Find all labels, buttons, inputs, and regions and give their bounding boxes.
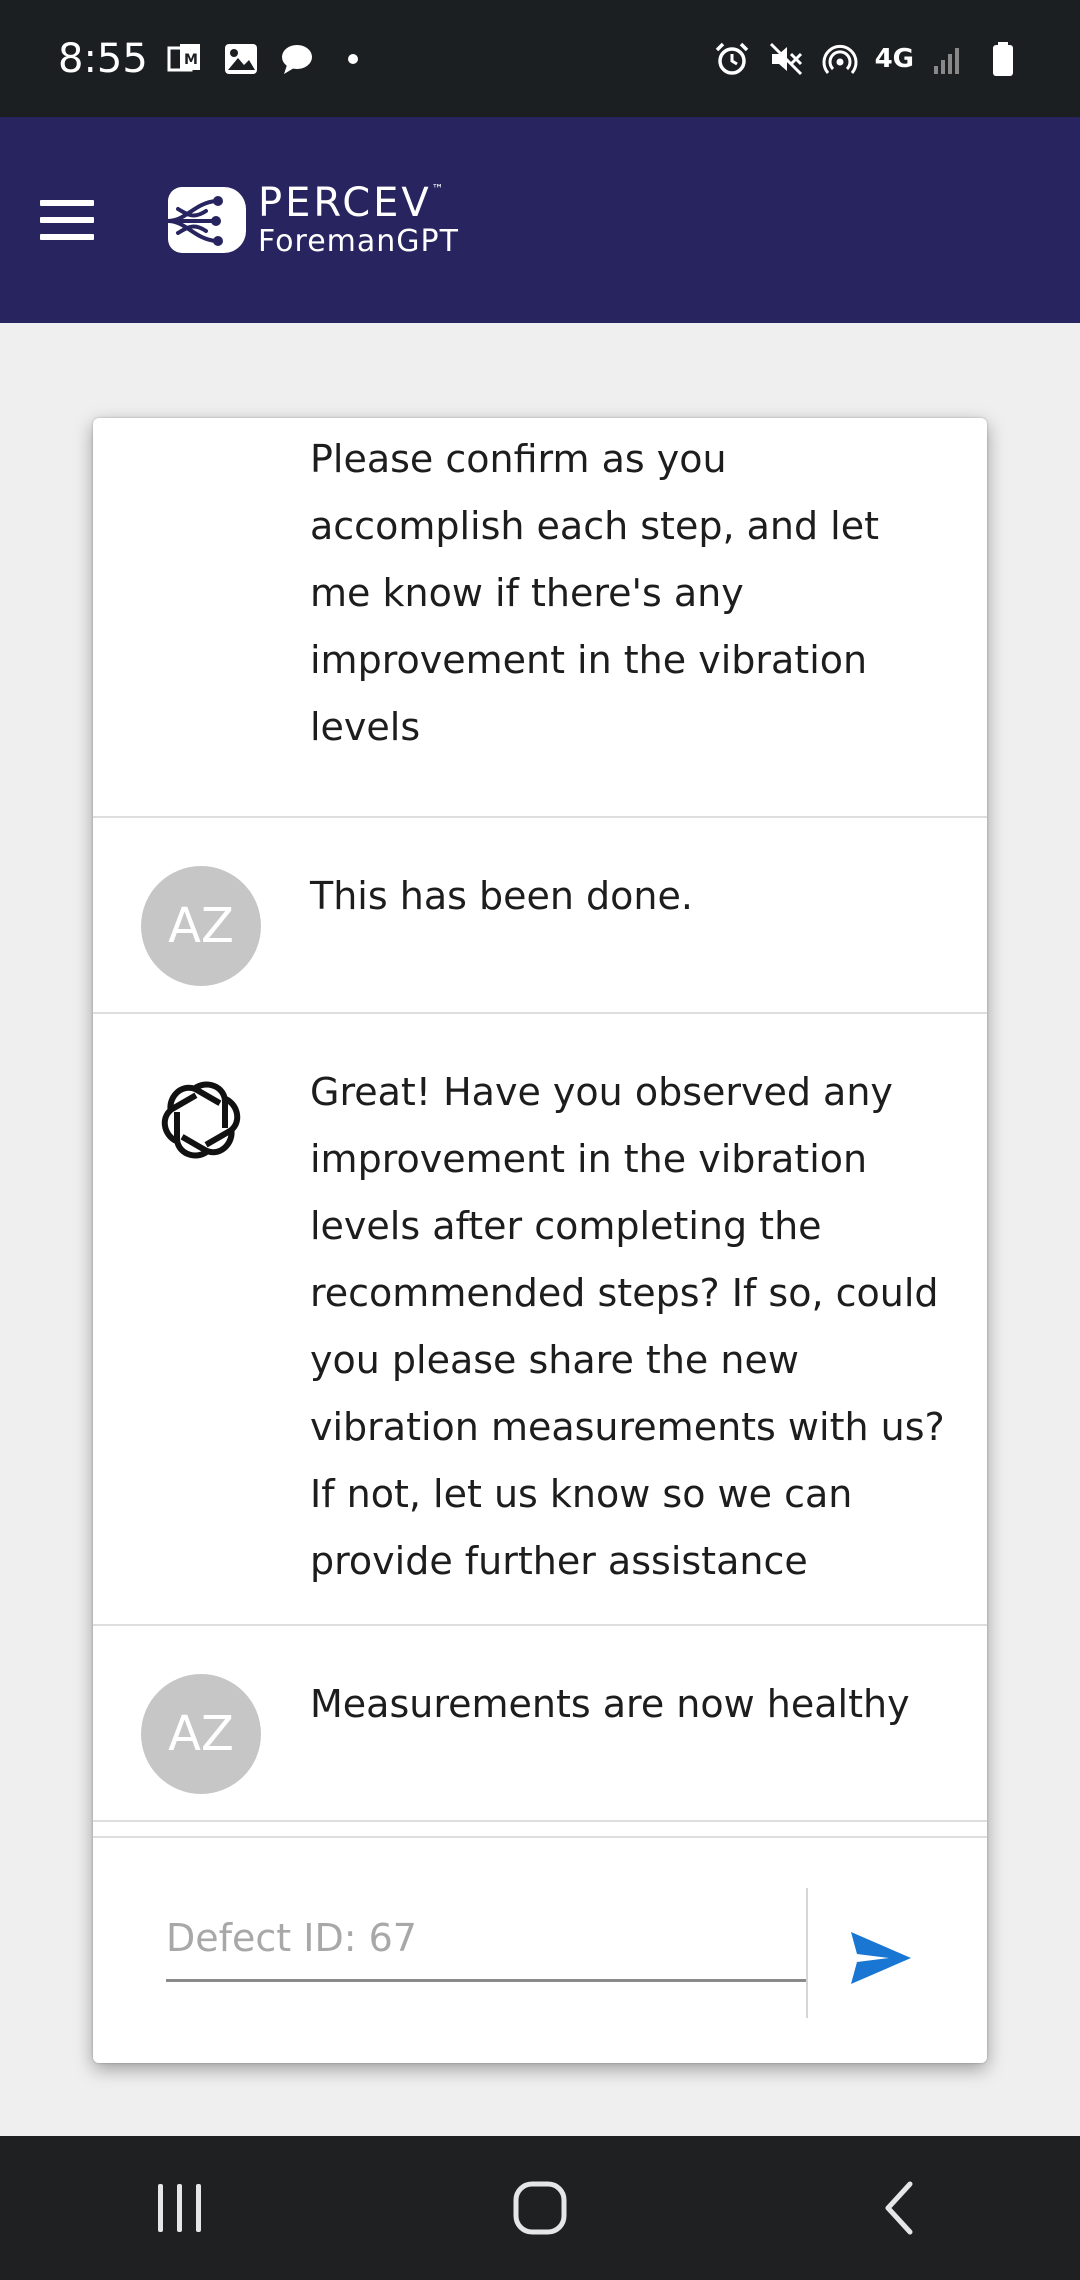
trademark-mark: ™	[431, 182, 444, 196]
message-list[interactable]: Please confirm as you accomplish each st…	[93, 418, 987, 1822]
openai-logo-icon	[161, 1081, 241, 1159]
message-text: Measurements are now healthy	[310, 1682, 910, 1726]
status-time: 8:55	[58, 35, 148, 82]
message-user: AZ Measurements are now healthy	[93, 1626, 987, 1822]
chat-bubble-icon	[278, 40, 316, 78]
menu-line	[40, 200, 94, 206]
status-left: 8:55 M	[58, 36, 372, 82]
home-icon	[513, 2181, 567, 2235]
brand-name-label: PERCEV	[258, 180, 432, 226]
gallery-icon	[222, 40, 260, 78]
system-nav-bar	[0, 2136, 1080, 2280]
status-right: 4G	[713, 40, 1022, 78]
message-text: Great! Have you observed any improvement…	[310, 1070, 945, 1583]
back-icon	[885, 2181, 913, 2235]
back-button[interactable]	[840, 2158, 960, 2258]
mute-icon	[767, 40, 805, 78]
app-header: PERCEV™ ForemanGPT	[0, 117, 1080, 323]
percev-logo-icon	[166, 187, 246, 253]
message-text: This has been done.	[310, 874, 693, 918]
brand-name: PERCEV™	[258, 183, 459, 223]
input-divider	[806, 1888, 808, 2018]
message-input[interactable]	[166, 1896, 806, 1982]
hamburger-menu-button[interactable]	[40, 200, 94, 240]
brand-subtitle: ForemanGPT	[258, 224, 459, 259]
menu-line	[40, 217, 94, 223]
battery-icon	[984, 40, 1022, 78]
hotspot-icon	[821, 40, 859, 78]
signal-icon	[930, 40, 968, 78]
alarm-icon	[713, 40, 751, 78]
send-icon	[851, 1932, 911, 1984]
brand-text: PERCEV™ ForemanGPT	[258, 183, 459, 257]
menu-line	[40, 234, 94, 240]
brand-logo-link[interactable]: PERCEV™ ForemanGPT	[164, 181, 459, 259]
send-button[interactable]	[831, 1908, 931, 2008]
status-bar: 8:55 M 4G	[0, 0, 1080, 117]
dot-icon	[334, 40, 372, 78]
recents-button[interactable]	[120, 2158, 240, 2258]
message-input-bar	[93, 1836, 987, 2063]
chat-card: Please confirm as you accomplish each st…	[93, 418, 987, 2063]
svg-text:M: M	[184, 52, 198, 68]
home-button[interactable]	[480, 2158, 600, 2258]
message-assistant: Great! Have you observed any improvement…	[93, 1014, 987, 1626]
network-4g-icon: 4G	[874, 43, 914, 74]
message-text: Please confirm as you accomplish each st…	[310, 437, 880, 749]
message-assistant: Please confirm as you accomplish each st…	[93, 418, 987, 818]
user-avatar: AZ	[141, 866, 261, 986]
ms-office-icon: M	[166, 40, 204, 78]
user-avatar: AZ	[141, 1674, 261, 1794]
message-user: AZ This has been done.	[93, 818, 987, 1014]
recents-icon	[158, 2184, 201, 2232]
